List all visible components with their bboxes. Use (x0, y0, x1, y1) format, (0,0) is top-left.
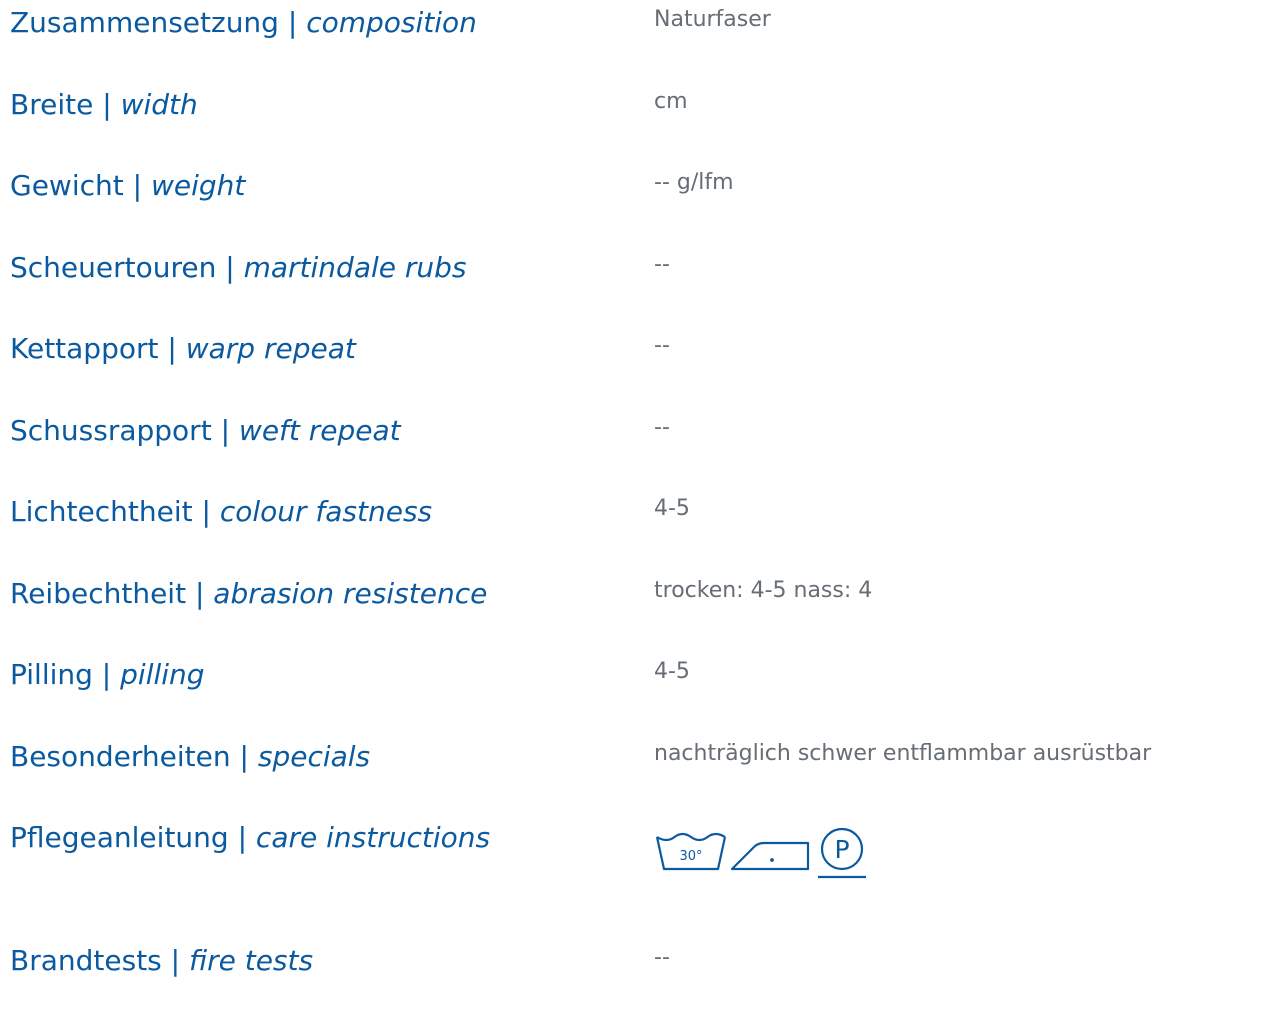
spec-label-de: Zusammensetzung (10, 6, 279, 39)
spec-label: Kettapport | warp repeat (10, 329, 356, 369)
spec-value: 4-5 (654, 496, 690, 521)
spec-value: trocken: 4-5 nass: 4 (654, 577, 873, 603)
spec-label-separator: | (92, 658, 121, 691)
spec-row-fire-tests: Brandtests | fire tests -- (0, 938, 1262, 1020)
spec-label-separator: | (158, 332, 186, 365)
spec-value: Naturfaser (654, 7, 771, 32)
spec-label-separator: | (186, 576, 214, 610)
spec-label: Lichtechtheit | colour fastness (10, 492, 432, 532)
spec-label-de: Gewicht (10, 169, 124, 202)
spec-label-en: specials (257, 739, 371, 773)
wash-30-icon: 30° (655, 832, 727, 871)
spec-value: nachträglich schwer entflammbar ausrüstb… (654, 740, 1152, 766)
spec-label-separator: | (278, 6, 307, 39)
spec-label-separator: | (192, 495, 220, 528)
spec-label-separator: | (228, 821, 256, 854)
spec-label-de: Reibechtheit (10, 576, 187, 610)
spec-label-en: care instructions (255, 821, 491, 854)
spec-value: -- g/lfm (654, 170, 734, 195)
spec-label-separator: | (93, 87, 121, 121)
spec-value: cm (654, 88, 688, 114)
spec-label-en: pilling (120, 658, 205, 691)
spec-label-en: width (120, 87, 198, 121)
spec-label-en: weight (150, 169, 246, 202)
spec-label-de: Scheuertouren (10, 250, 217, 284)
spec-label: Gewicht | weight (10, 166, 245, 206)
spec-value: -- (654, 945, 670, 970)
spec-label-separator: | (216, 250, 244, 284)
spec-label-de: Schussrapport (10, 413, 212, 447)
spec-label-de: Lichtechtheit (10, 495, 193, 528)
spec-row-specials: Besonderheiten | specials nachträglich s… (0, 734, 1262, 816)
spec-label-en: martindale rubs (243, 250, 467, 284)
spec-row-abrasion: Reibechtheit | abrasion resistence trock… (0, 571, 1262, 653)
spec-row-warp-repeat: Kettapport | warp repeat -- (0, 326, 1262, 408)
spec-value: -- (654, 414, 670, 440)
spec-label-de: Pilling (10, 658, 93, 691)
spec-label: Besonderheiten | specials (10, 737, 370, 777)
spec-value: -- (654, 251, 670, 277)
dry-clean-p-icon: P (818, 827, 866, 879)
spec-label-en: composition (306, 6, 477, 39)
spec-row-width: Breite | width cm (0, 82, 1262, 164)
spec-label: Pilling | pilling (10, 655, 205, 695)
dry-clean-letter: P (834, 835, 849, 864)
care-icons: 30° P (654, 827, 870, 891)
spec-row-weft-repeat: Schussrapport | weft repeat -- (0, 408, 1262, 490)
wash-temp-label: 30° (679, 849, 702, 864)
spec-value: 4-5 (654, 659, 690, 684)
spec-label: Schussrapport | weft repeat (10, 411, 401, 451)
spec-label: Pflegeanleitung | care instructions (10, 818, 490, 858)
spec-table: Zusammensetzung | composition Naturfaser… (0, 0, 1262, 1020)
spec-label-de: Breite (10, 87, 94, 121)
spec-label-de: Brandtests (10, 944, 162, 977)
spec-row-composition: Zusammensetzung | composition Naturfaser (0, 0, 1262, 82)
spec-label: Brandtests | fire tests (10, 941, 313, 981)
spec-label: Scheuertouren | martindale rubs (10, 248, 467, 288)
iron-low-icon (730, 841, 810, 871)
spec-label: Breite | width (10, 85, 198, 125)
spec-label-separator: | (161, 944, 189, 977)
spec-label-en: fire tests (189, 944, 314, 977)
spec-row-care-instructions: Pflegeanleitung | care instructions 30° … (0, 815, 1262, 938)
spec-label-en: abrasion resistence (213, 576, 488, 610)
spec-label-de: Pflegeanleitung (10, 821, 229, 854)
spec-label-de: Kettapport (10, 332, 159, 365)
spec-row-colour-fastness: Lichtechtheit | colour fastness 4-5 (0, 489, 1262, 571)
spec-row-weight: Gewicht | weight -- g/lfm (0, 163, 1262, 245)
spec-label-separator: | (123, 169, 151, 202)
spec-value: -- (654, 333, 670, 358)
spec-label-en: weft repeat (238, 413, 401, 447)
spec-label-de: Besonderheiten (10, 739, 231, 773)
spec-label: Reibechtheit | abrasion resistence (10, 574, 487, 614)
spec-label-separator: | (230, 739, 258, 773)
spec-label: Zusammensetzung | composition (10, 3, 477, 43)
spec-label-separator: | (211, 413, 239, 447)
spec-row-martindale: Scheuertouren | martindale rubs -- (0, 245, 1262, 327)
spec-label-en: colour fastness (219, 495, 433, 528)
spec-row-pilling: Pilling | pilling 4-5 (0, 652, 1262, 734)
spec-label-en: warp repeat (185, 332, 356, 365)
